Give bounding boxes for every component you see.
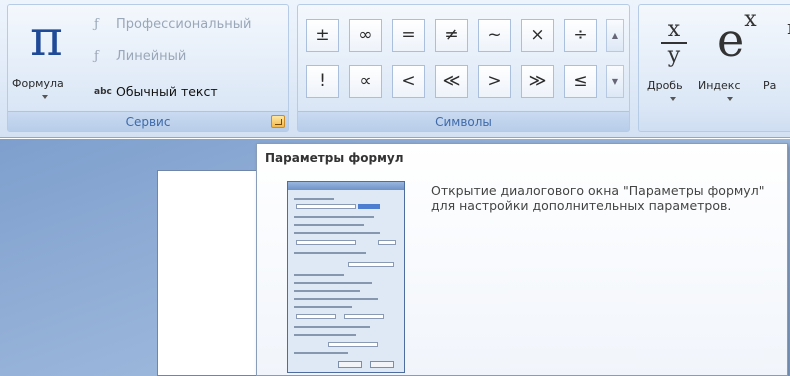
symbol-divide[interactable]: ÷ bbox=[564, 19, 597, 52]
symbol-less-equal[interactable]: ≤ bbox=[564, 65, 597, 98]
plain-text-label: Обычный текст bbox=[116, 84, 218, 99]
symbol-much-less[interactable]: ≪ bbox=[435, 65, 468, 98]
ribbon: π Формула ƒ Профессиональный ƒ Линейный … bbox=[0, 0, 790, 138]
symbol-not-equal[interactable]: ≠ bbox=[435, 19, 468, 52]
radical-label: Ра bbox=[763, 79, 777, 92]
tooltip-title: Параметры формул bbox=[265, 151, 404, 165]
symbols-group-label: Символы bbox=[298, 111, 629, 131]
scroll-up-button[interactable]: ▲ bbox=[606, 19, 624, 52]
symbol-factorial[interactable]: ! bbox=[306, 65, 339, 98]
service-group: π Формула ƒ Профессиональный ƒ Линейный … bbox=[7, 4, 289, 132]
symbol-infinity[interactable]: ∞ bbox=[349, 19, 382, 52]
fraction-numerator: x bbox=[667, 17, 681, 42]
plain-text-button[interactable]: abc Обычный текст bbox=[94, 84, 218, 99]
index-base: e bbox=[717, 13, 745, 67]
document-page[interactable] bbox=[157, 170, 267, 376]
fraction-icon: x y bbox=[661, 19, 687, 67]
chevron-down-icon bbox=[727, 97, 733, 101]
scroll-more-button[interactable]: ▼ bbox=[606, 65, 624, 98]
linear-label: Линейный bbox=[116, 49, 187, 64]
symbol-equals[interactable]: = bbox=[392, 19, 425, 52]
symbol-less-than[interactable]: < bbox=[392, 65, 425, 98]
dialog-preview-image bbox=[287, 181, 405, 373]
formula-button-label: Формула bbox=[12, 77, 64, 90]
fraction-label: Дробь bbox=[647, 79, 683, 92]
chevron-down-icon bbox=[42, 95, 48, 99]
symbol-proportional[interactable]: ∝ bbox=[349, 65, 382, 98]
service-group-label: Сервис bbox=[8, 111, 288, 131]
index-icon: ex bbox=[717, 7, 757, 67]
symbol-times[interactable]: × bbox=[521, 19, 554, 52]
symbol-plus-minus[interactable]: ± bbox=[306, 19, 339, 52]
tooltip-description: Открытие диалогового окна "Параметры фор… bbox=[431, 183, 765, 213]
tooltip: Параметры формул Открытие диалогового ок… bbox=[256, 143, 788, 376]
pi-icon: π bbox=[30, 9, 63, 67]
professional-button[interactable]: ƒ Профессиональный bbox=[94, 17, 251, 32]
index-label: Индекс bbox=[698, 79, 741, 92]
professional-icon: ƒ bbox=[94, 17, 99, 32]
chevron-down-icon bbox=[670, 97, 676, 101]
structures-group: x y Дробь ex Индекс n Ра bbox=[638, 4, 790, 132]
linear-button[interactable]: ƒ Линейный bbox=[94, 49, 186, 64]
linear-icon: ƒ bbox=[94, 49, 99, 64]
symbol-tilde[interactable]: ~ bbox=[478, 19, 511, 52]
plain-text-icon: abc bbox=[94, 86, 112, 97]
index-exponent: x bbox=[744, 6, 757, 32]
dialog-launcher-button[interactable] bbox=[271, 115, 285, 128]
professional-label: Профессиональный bbox=[116, 17, 252, 32]
symbol-much-greater[interactable]: ≫ bbox=[521, 65, 554, 98]
fraction-denominator: y bbox=[667, 43, 681, 68]
symbols-group: ± ∞ = ≠ ~ × ÷ ▲ ! ∝ < ≪ > ≫ ≤ ▼ Символы bbox=[297, 4, 630, 132]
symbol-greater-than[interactable]: > bbox=[478, 65, 511, 98]
